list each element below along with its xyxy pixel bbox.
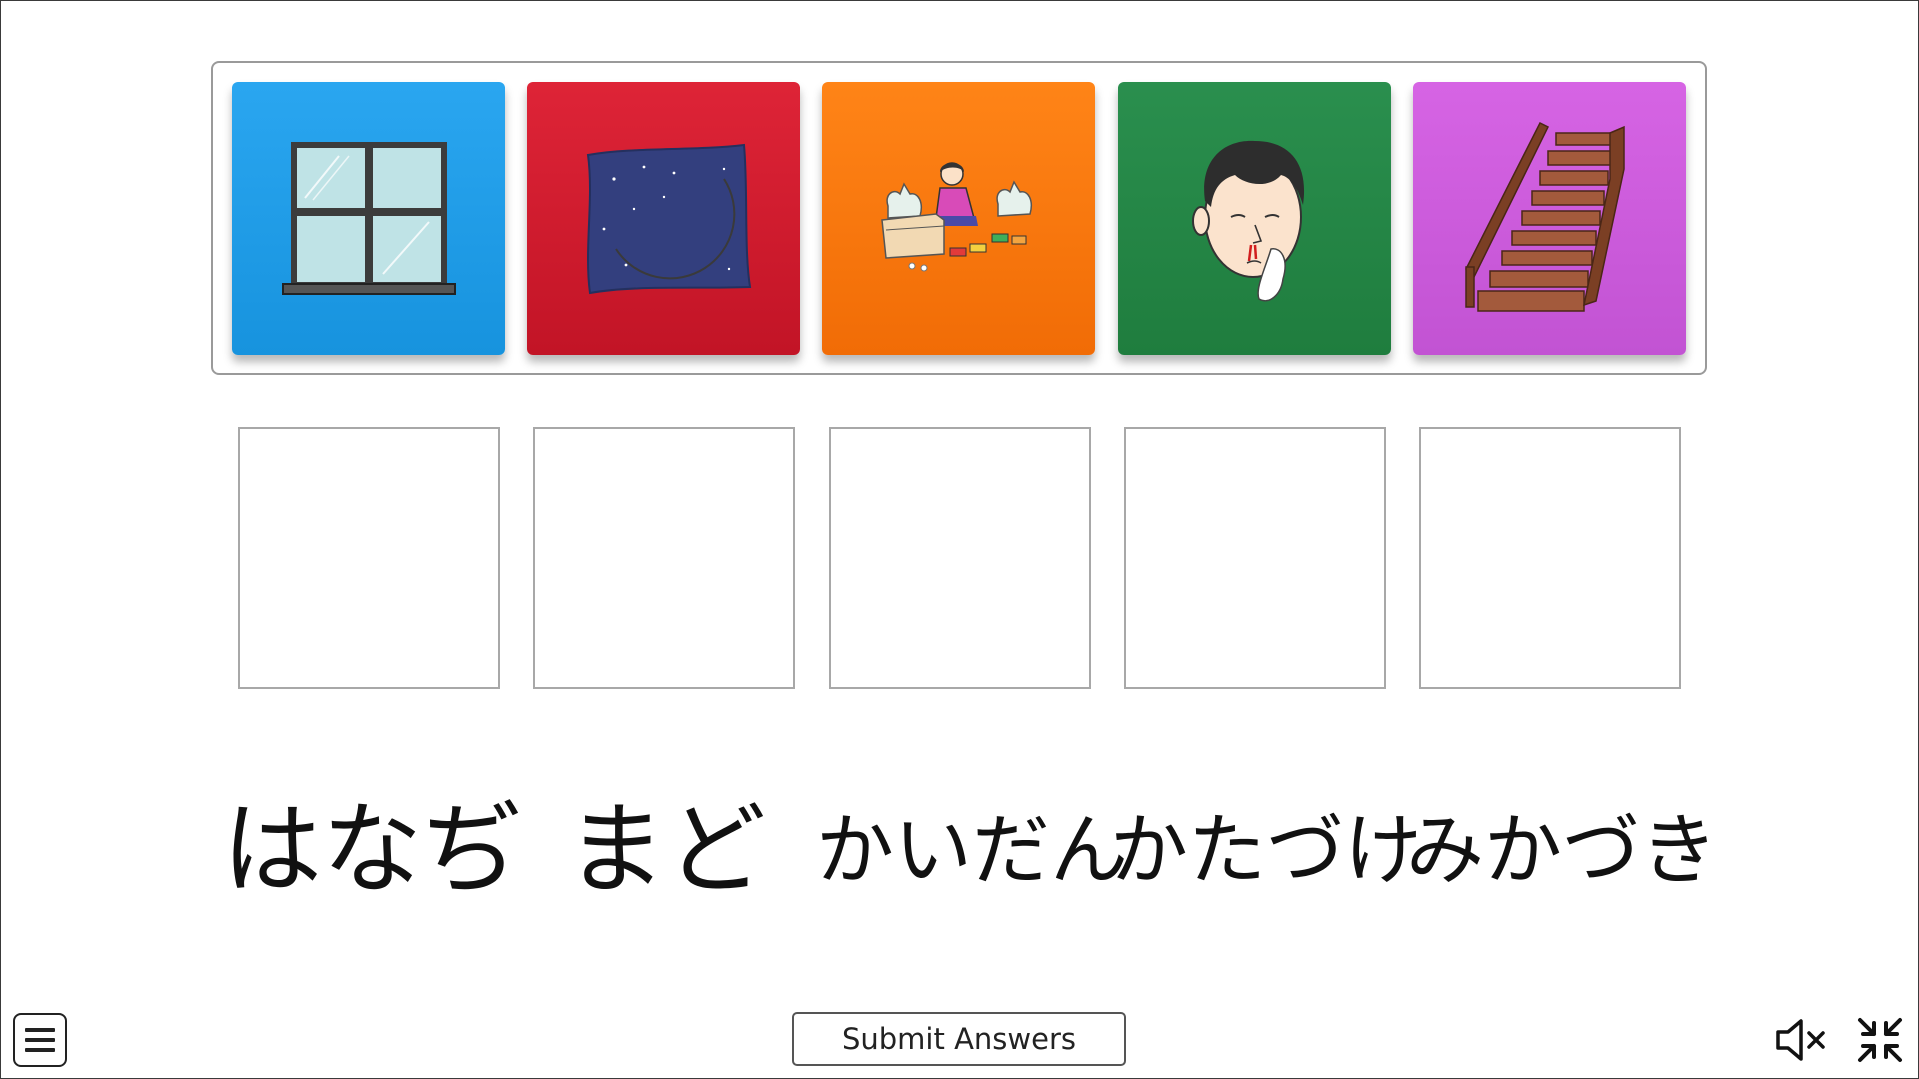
- word-card-mikazuki[interactable]: みかづき: [1406, 812, 1718, 890]
- child-tidying-up-icon: [880, 161, 1032, 271]
- menu-button[interactable]: [13, 1013, 67, 1067]
- answer-slot-3[interactable]: [829, 427, 1091, 689]
- picture-tile-nosebleed[interactable]: [1118, 82, 1391, 355]
- picture-tile-window[interactable]: [232, 82, 505, 355]
- word-card-katazuke[interactable]: かたづけ: [1110, 812, 1422, 890]
- window-icon: [281, 141, 456, 295]
- hamburger-menu-icon: [25, 1028, 55, 1052]
- staircase-icon: [1464, 121, 1625, 312]
- crescent-moon-night-icon: [586, 143, 751, 294]
- answer-slot-1[interactable]: [238, 427, 500, 689]
- word-card-hanadi[interactable]: はなぢ: [222, 800, 522, 900]
- word-card-mado[interactable]: まど: [566, 800, 766, 900]
- nosebleed-face-icon: [1191, 140, 1304, 301]
- picture-tile-tidying[interactable]: [822, 82, 1095, 355]
- picture-tile-moon[interactable]: [527, 82, 800, 355]
- answer-slot-5[interactable]: [1419, 427, 1681, 689]
- exit-fullscreen-icon[interactable]: [1856, 1016, 1904, 1064]
- picture-tile-staircase[interactable]: [1413, 82, 1686, 355]
- speaker-muted-icon[interactable]: [1774, 1017, 1828, 1063]
- submit-answers-button[interactable]: Submit Answers: [792, 1012, 1126, 1066]
- answer-slot-2[interactable]: [533, 427, 795, 689]
- word-card-kaidan[interactable]: かいだん: [816, 812, 1128, 890]
- answer-slot-4[interactable]: [1124, 427, 1386, 689]
